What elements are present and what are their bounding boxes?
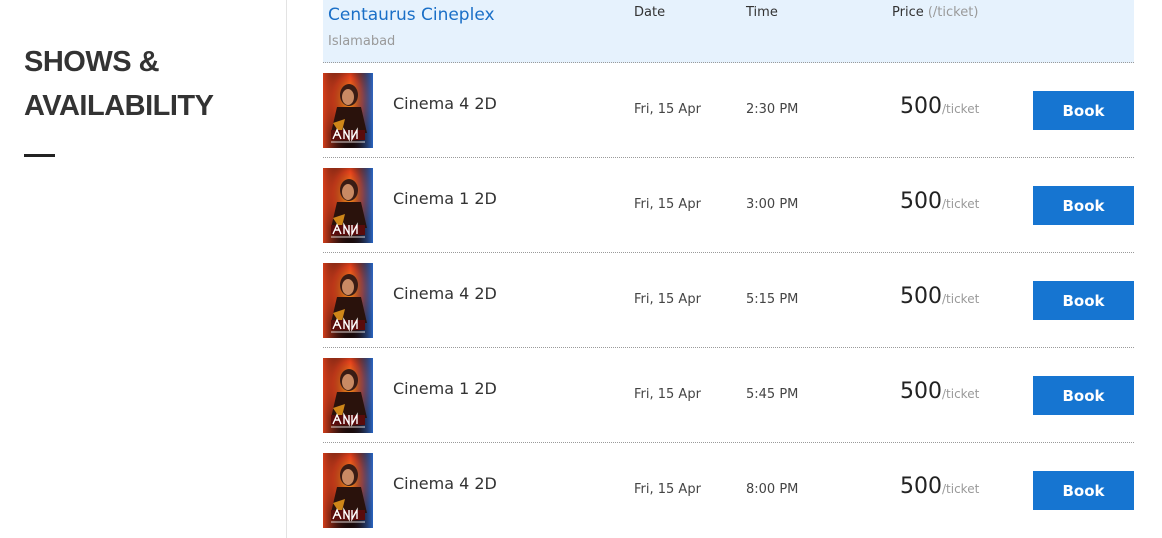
show-row: Cinema 4 2D Fri, 15 Apr 2:30 PM 500/tick… <box>323 63 1134 158</box>
page-title: SHOWS & AVAILABILITY <box>24 40 214 128</box>
screen-name: Cinema 1 2D <box>393 189 497 208</box>
show-date: Fri, 15 Apr <box>634 292 701 307</box>
book-button[interactable]: Book <box>1033 186 1134 225</box>
show-date: Fri, 15 Apr <box>634 482 701 497</box>
show-row: Cinema 1 2D Fri, 15 Apr 5:45 PM 500/tick… <box>323 348 1134 443</box>
ticket-price: 500/ticket <box>900 474 979 499</box>
movie-poster-icon <box>323 73 373 148</box>
show-time: 5:15 PM <box>746 292 799 307</box>
price-unit: /ticket <box>942 197 980 211</box>
column-header-date: Date <box>634 5 666 20</box>
column-header-time: Time <box>746 5 778 20</box>
title-underline <box>24 154 55 157</box>
show-date: Fri, 15 Apr <box>634 102 701 117</box>
movie-poster-icon <box>323 358 373 433</box>
screen-name: Cinema 4 2D <box>393 474 497 493</box>
show-time: 8:00 PM <box>746 482 799 497</box>
column-header-price: Price (/ticket) <box>892 5 978 20</box>
price-unit: /ticket <box>942 387 980 401</box>
left-panel: SHOWS & AVAILABILITY <box>0 0 287 538</box>
movie-poster-icon <box>323 453 373 528</box>
ticket-price: 500/ticket <box>900 379 979 404</box>
price-unit: /ticket <box>942 482 980 496</box>
column-header-price-unit: (/ticket) <box>927 5 979 20</box>
price-value: 500 <box>900 284 942 309</box>
page-title-line1: SHOWS & <box>24 46 160 78</box>
screen-name: Cinema 4 2D <box>393 284 497 303</box>
movie-poster-icon <box>323 168 373 243</box>
show-time: 5:45 PM <box>746 387 799 402</box>
column-header-price-label: Price <box>892 5 924 20</box>
show-date: Fri, 15 Apr <box>634 197 701 212</box>
ticket-price: 500/ticket <box>900 284 979 309</box>
book-button[interactable]: Book <box>1033 471 1134 510</box>
page-title-line2: AVAILABILITY <box>24 90 214 122</box>
venue-city: Islamabad <box>328 34 396 49</box>
show-date: Fri, 15 Apr <box>634 387 701 402</box>
ticket-price: 500/ticket <box>900 94 979 119</box>
book-button[interactable]: Book <box>1033 376 1134 415</box>
price-unit: /ticket <box>942 102 980 116</box>
show-row: Cinema 4 2D Fri, 15 Apr 8:00 PM 500/tick… <box>323 443 1134 538</box>
venue-name-link[interactable]: Centaurus Cineplex <box>328 5 495 25</box>
showtimes-list: Centaurus Cineplex Islamabad Date Time P… <box>323 0 1134 538</box>
price-value: 500 <box>900 379 942 404</box>
show-row: Cinema 1 2D Fri, 15 Apr 3:00 PM 500/tick… <box>323 158 1134 253</box>
book-button[interactable]: Book <box>1033 281 1134 320</box>
screen-name: Cinema 1 2D <box>393 379 497 398</box>
price-value: 500 <box>900 189 942 214</box>
show-row: Cinema 4 2D Fri, 15 Apr 5:15 PM 500/tick… <box>323 253 1134 348</box>
book-button[interactable]: Book <box>1033 91 1134 130</box>
ticket-price: 500/ticket <box>900 189 979 214</box>
movie-poster-icon <box>323 263 373 338</box>
price-value: 500 <box>900 94 942 119</box>
screen-name: Cinema 4 2D <box>393 94 497 113</box>
venue-header: Centaurus Cineplex Islamabad Date Time P… <box>323 0 1134 63</box>
show-time: 3:00 PM <box>746 197 799 212</box>
show-time: 2:30 PM <box>746 102 799 117</box>
price-value: 500 <box>900 474 942 499</box>
price-unit: /ticket <box>942 292 980 306</box>
